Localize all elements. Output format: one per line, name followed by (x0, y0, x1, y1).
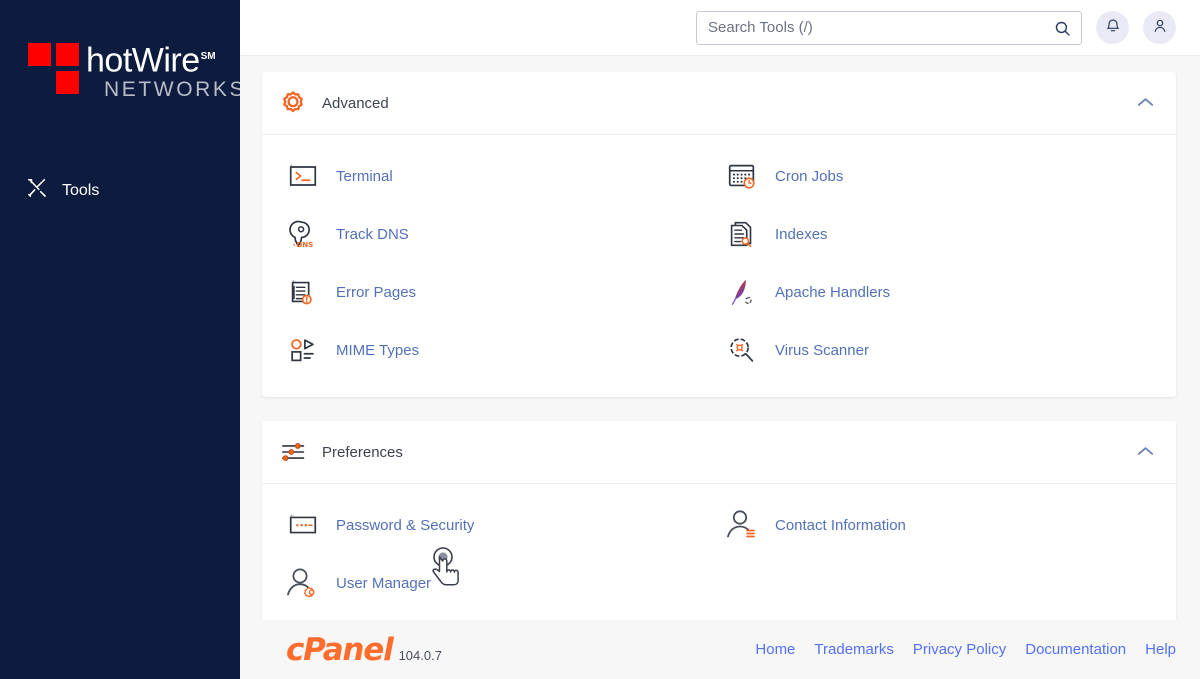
tool-label: Password & Security (336, 516, 475, 534)
tool-apache-handlers[interactable]: Apache Handlers (719, 263, 1158, 321)
tool-password-security[interactable]: Password & Security (280, 496, 719, 554)
top-bar (240, 0, 1200, 56)
tool-grid-advanced: Terminal Cron Jobs DNS Track DNS Indexes… (262, 135, 1176, 397)
svg-text:DNS: DNS (296, 240, 313, 249)
brand-squares-icon (28, 43, 80, 97)
user-contact-icon (723, 506, 761, 544)
footer-link-privacy-policy[interactable]: Privacy Policy (913, 641, 1006, 658)
tool-label: User Manager (336, 574, 432, 592)
tool-terminal[interactable]: Terminal (280, 147, 719, 205)
password-field-icon (284, 506, 322, 544)
sidebar-item-label: Tools (62, 181, 100, 199)
section-header-advanced[interactable]: Advanced (262, 72, 1176, 135)
cpanel-version: 104.0.7 (398, 647, 442, 663)
tool-label: Contact Information (775, 516, 906, 534)
sidebar: hotWireSM NETWORKS Tools (0, 0, 244, 679)
app-root: hotWireSM NETWORKS Tools Search Tools (/… (0, 0, 1200, 679)
tool-label: Virus Scanner (775, 341, 869, 359)
brand-name-text: hotWire (86, 41, 200, 80)
tool-label: Apache Handlers (775, 283, 891, 301)
gear-icon (280, 90, 314, 116)
terminal-icon (284, 157, 322, 195)
search-input[interactable] (697, 11, 1081, 44)
footer-link-help[interactable]: Help (1145, 641, 1176, 658)
cpanel-logo: cPanel (286, 631, 394, 668)
section-card-advanced: Advanced Terminal Cron Jobs DNS Track DN… (262, 72, 1176, 397)
tool-user-manager[interactable]: User Manager (280, 554, 719, 612)
tool-grid-preferences: Password & Security Contact Information (262, 484, 1176, 620)
sidebar-item-tools[interactable]: Tools (0, 169, 240, 212)
notifications-button[interactable] (1096, 11, 1129, 44)
tool-error-pages[interactable]: Error Pages (280, 263, 719, 321)
tool-label: Cron Jobs (775, 167, 844, 185)
tool-contact-information[interactable]: Contact Information (719, 496, 1158, 554)
section-title: Advanced (322, 94, 389, 112)
tools-icon (26, 177, 48, 204)
tool-label: Track DNS (336, 225, 409, 243)
apache-feather-icon (723, 273, 761, 311)
mime-shapes-icon (284, 331, 322, 369)
tool-track-dns[interactable]: DNS Track DNS (280, 205, 719, 263)
section-header-preferences[interactable]: Preferences (262, 421, 1176, 484)
tool-cron-jobs[interactable]: Cron Jobs (719, 147, 1158, 205)
footer-link-documentation[interactable]: Documentation (1025, 641, 1126, 658)
sidebar-nav: Tools (0, 169, 240, 212)
tool-virus-scanner[interactable]: Virus Scanner (719, 321, 1158, 379)
footer-links: Home Trademarks Privacy Policy Documenta… (755, 641, 1176, 658)
tool-indexes[interactable]: Indexes (719, 205, 1158, 263)
sliders-icon (280, 439, 314, 465)
document-search-icon (723, 215, 761, 253)
tool-label: Terminal (336, 167, 393, 185)
user-icon (1152, 18, 1168, 37)
tool-label: Error Pages (336, 283, 417, 301)
tool-mime-types[interactable]: MIME Types (280, 321, 719, 379)
section-card-preferences: Preferences Password & Security Contact … (262, 421, 1176, 620)
user-gear-icon (284, 564, 322, 602)
calendar-clock-icon (723, 157, 761, 195)
footer-branding: cPanel 104.0.7 (286, 632, 442, 668)
map-pin-dns-icon: DNS (284, 215, 322, 253)
section-title: Preferences (322, 443, 403, 461)
brand-name-primary: hotWireSM (86, 40, 216, 77)
account-button[interactable] (1143, 11, 1176, 44)
chevron-up-icon[interactable] (1137, 94, 1154, 112)
footer-link-home[interactable]: Home (755, 641, 795, 658)
tool-label: MIME Types (336, 341, 420, 359)
main-area: Advanced (240, 0, 1200, 679)
bell-icon (1105, 18, 1121, 37)
magnifier-virus-icon (723, 331, 761, 369)
footer-link-trademarks[interactable]: Trademarks (814, 641, 893, 658)
search-icon[interactable] (1054, 20, 1071, 42)
brand-name-secondary: NETWORKS (104, 78, 247, 102)
tools-content: Advanced Terminal Cron Jobs DNS Track DN… (240, 56, 1200, 620)
search-box[interactable] (696, 10, 1082, 45)
document-alert-icon (284, 273, 322, 311)
footer: cPanel 104.0.7 Home Trademarks Privacy P… (240, 620, 1200, 679)
brand-superscript: SM (200, 51, 216, 62)
tool-label: Indexes (775, 225, 828, 243)
chevron-up-icon[interactable] (1137, 443, 1154, 461)
brand-logo: hotWireSM NETWORKS (0, 0, 244, 103)
